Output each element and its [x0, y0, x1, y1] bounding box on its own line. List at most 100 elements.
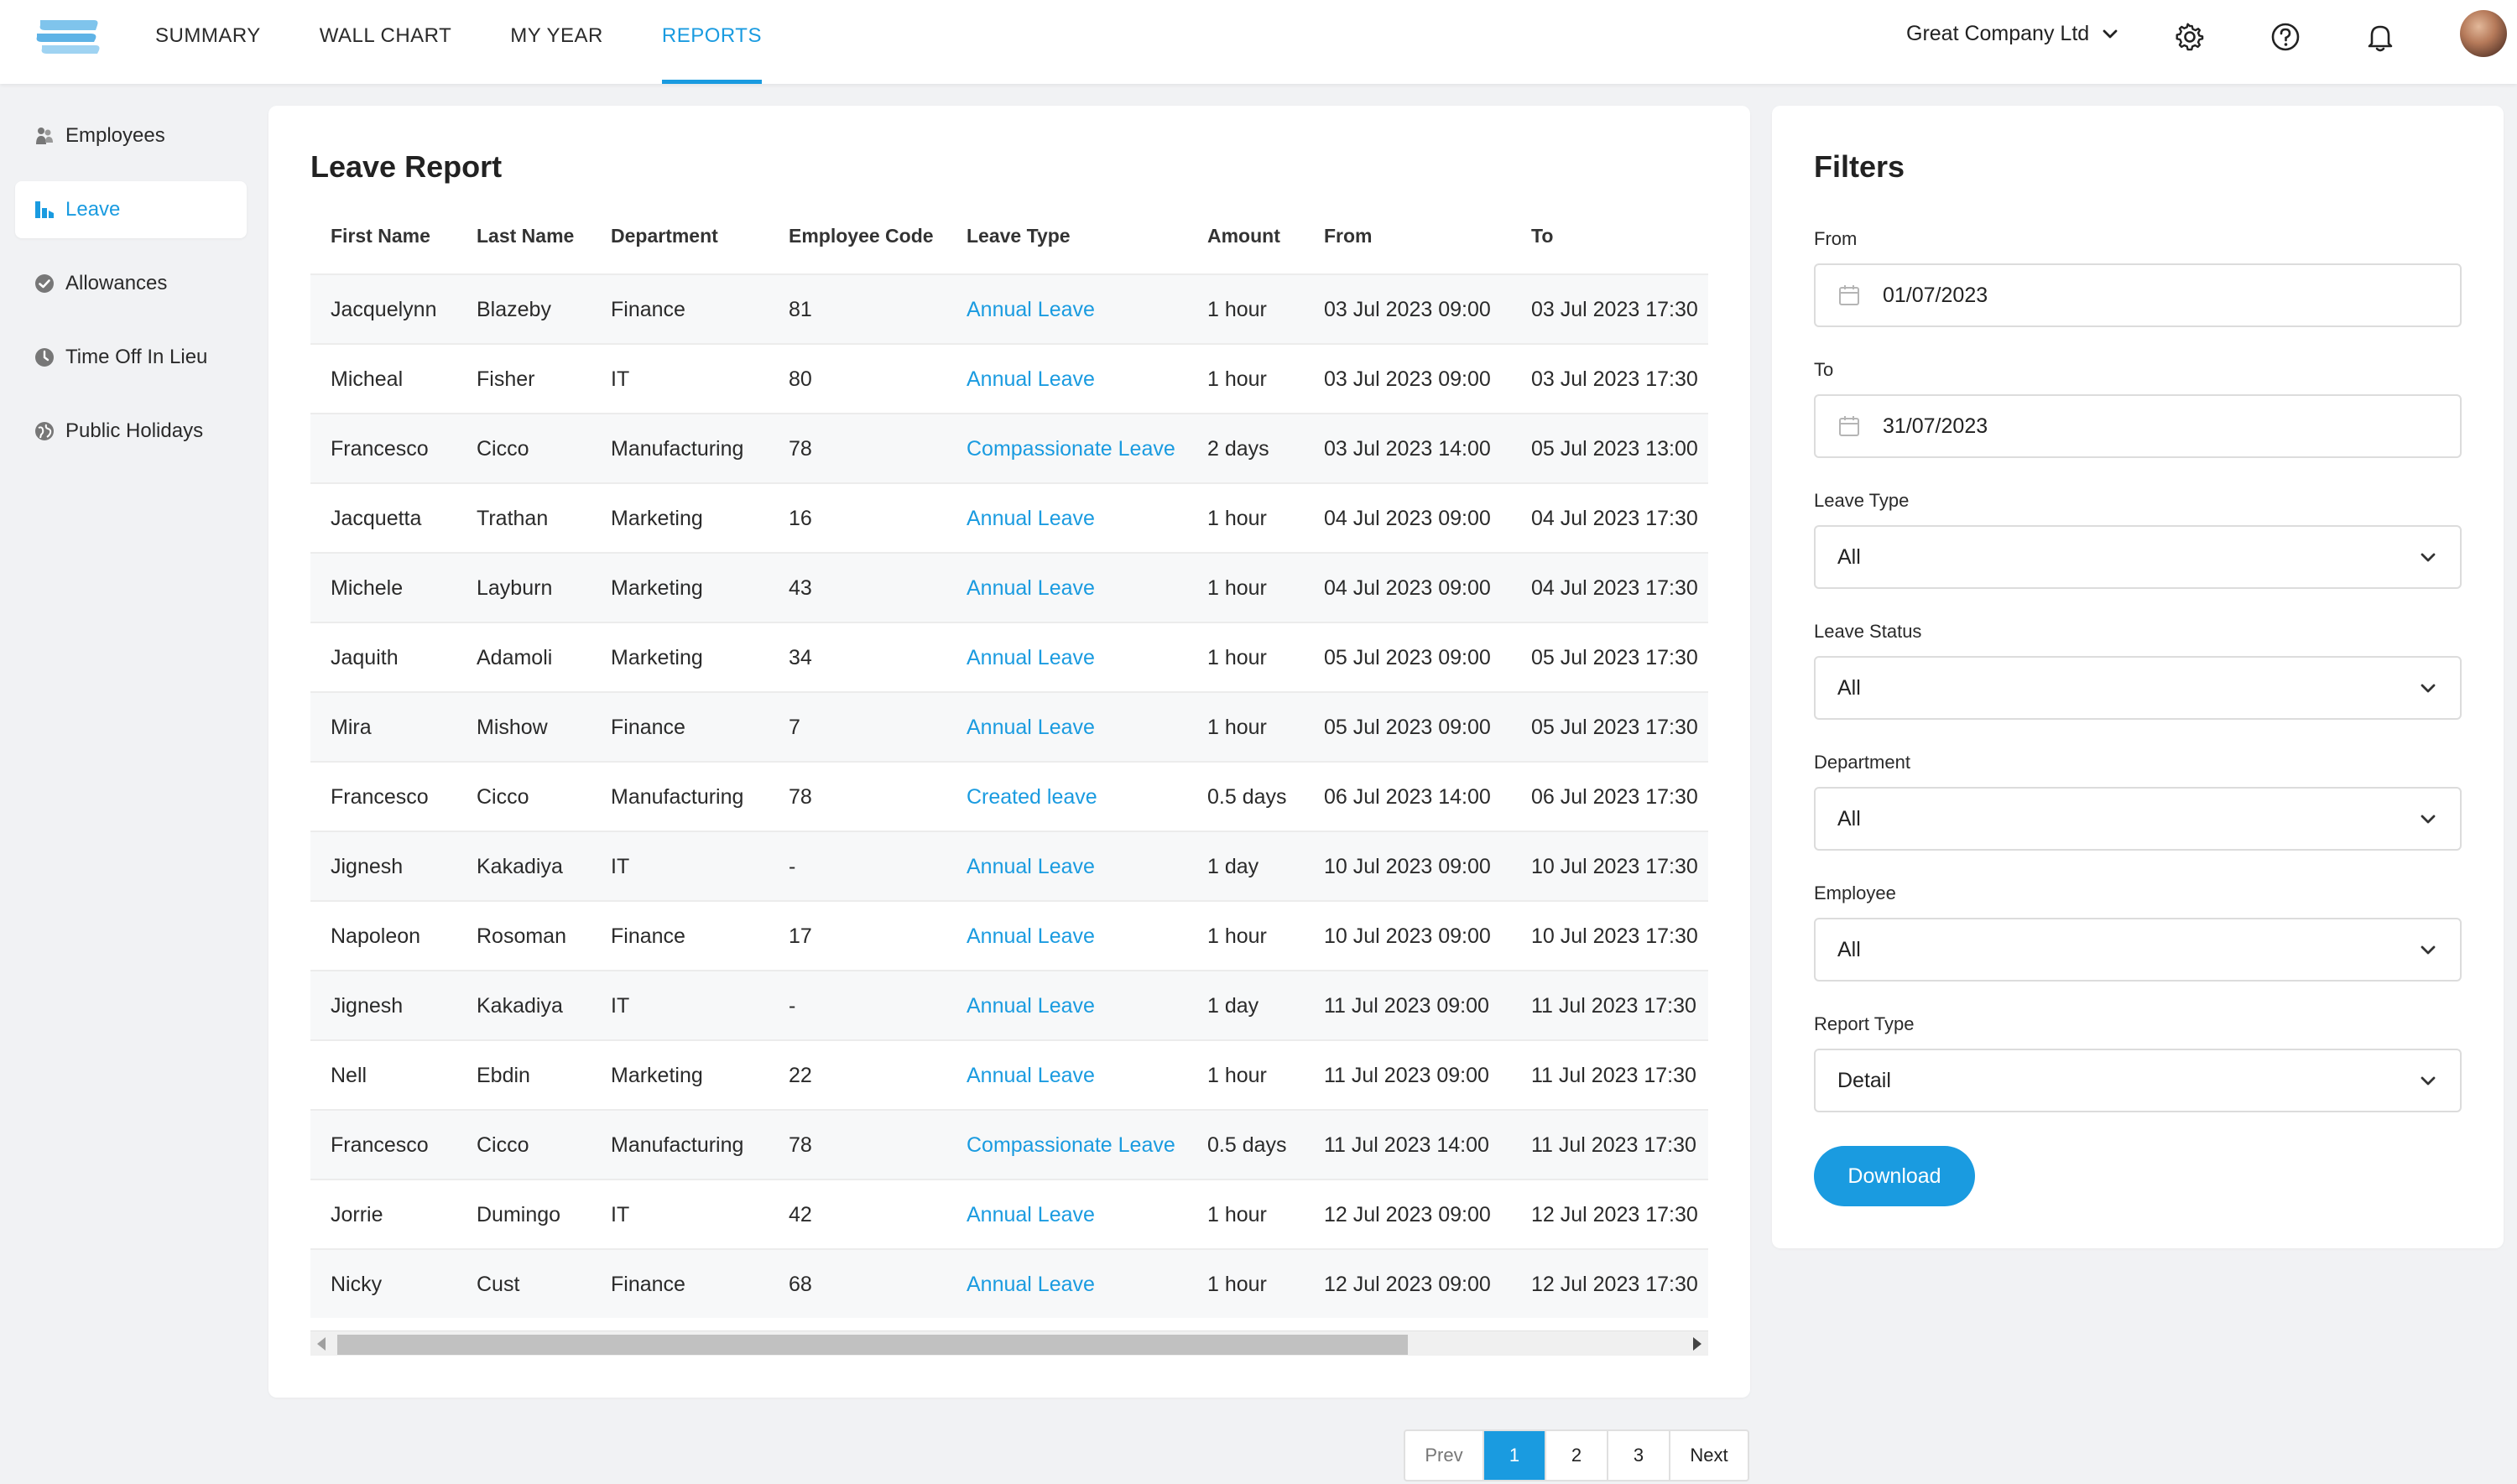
- leave-status-select[interactable]: All: [1814, 656, 2462, 720]
- column-header[interactable]: From: [1324, 225, 1373, 247]
- cell-department: Marketing: [611, 1064, 703, 1087]
- page-button-2[interactable]: 2: [1546, 1431, 1608, 1480]
- cell-employee-code: 80: [789, 367, 812, 391]
- table-row[interactable]: Jaquith Adamoli Marketing 34 Annual Leave 1 h…: [310, 622, 1708, 691]
- bell-icon[interactable]: [2362, 18, 2399, 55]
- department-select[interactable]: All: [1814, 787, 2462, 851]
- sidebar-item-leave[interactable]: Leave: [15, 181, 247, 238]
- app-logo[interactable]: [34, 17, 101, 57]
- table-row[interactable]: Micheal Fisher IT 80 Annual Leave 1 hour 03 Ju…: [310, 343, 1708, 413]
- table-row[interactable]: Mira Mishow Finance 7 Annual Leave 1 hour 05 J…: [310, 691, 1708, 761]
- cell-last-name: Kakadiya: [477, 994, 563, 1018]
- cell-leave-type[interactable]: Annual Leave: [967, 576, 1095, 601]
- cell-first-name: Francesco: [331, 785, 429, 809]
- sidebar-item-employees[interactable]: Employees: [15, 107, 247, 164]
- table-row[interactable]: Nicky Cust Finance 68 Annual Leave 1 hour 12 J…: [310, 1248, 1708, 1318]
- from-date-field[interactable]: 01/07/2023: [1814, 263, 2462, 327]
- user-avatar[interactable]: [2460, 10, 2507, 57]
- sidebar-item-time-off-in-lieu[interactable]: Time Off In Lieu: [15, 329, 247, 386]
- cell-leave-type[interactable]: Compassionate Leave: [967, 437, 1175, 461]
- column-header[interactable]: To: [1531, 225, 1553, 247]
- department-label: Department: [1814, 752, 1910, 773]
- cell-last-name: Layburn: [477, 576, 553, 600]
- cell-leave-type[interactable]: Annual Leave: [967, 367, 1095, 392]
- cell-leave-type[interactable]: Annual Leave: [967, 716, 1095, 740]
- nav-summary[interactable]: SUMMARY: [126, 0, 290, 84]
- to-date-field[interactable]: 31/07/2023: [1814, 394, 2462, 458]
- table-row[interactable]: Napoleon Rosoman Finance 17 Annual Leave 1 ho…: [310, 900, 1708, 970]
- next-page-button[interactable]: Next: [1670, 1431, 1748, 1480]
- cell-last-name: Cicco: [477, 1133, 529, 1157]
- cell-leave-type[interactable]: Annual Leave: [967, 1064, 1095, 1088]
- cell-first-name: Jaquith: [331, 646, 399, 669]
- cell-employee-code: -: [789, 994, 796, 1018]
- cell-amount: 2 days: [1207, 437, 1269, 461]
- table-row[interactable]: Michele Layburn Marketing 43 Annual Leave 1 h…: [310, 552, 1708, 622]
- prev-page-button[interactable]: Prev: [1405, 1431, 1484, 1480]
- cell-leave-type[interactable]: Compassionate Leave: [967, 1133, 1175, 1158]
- cell-last-name: Trathan: [477, 507, 549, 530]
- table-row[interactable]: Francesco Cicco Manufacturing 78 Compassiona…: [310, 413, 1708, 482]
- cell-leave-type[interactable]: Annual Leave: [967, 507, 1095, 531]
- table-row[interactable]: Nell Ebdin Marketing 22 Annual Leave 1 hour 11…: [310, 1039, 1708, 1109]
- table-row[interactable]: Jacquetta Trathan Marketing 16 Annual Leave 1…: [310, 482, 1708, 552]
- cell-leave-type[interactable]: Annual Leave: [967, 1273, 1095, 1297]
- cell-last-name: Mishow: [477, 716, 548, 739]
- column-header[interactable]: Employee Code: [789, 225, 934, 247]
- cell-employee-code: 34: [789, 646, 812, 669]
- table-row[interactable]: Jorrie Dumingo IT 42 Annual Leave 1 hour 12 Ju…: [310, 1179, 1708, 1248]
- report-type-select[interactable]: Detail: [1814, 1049, 2462, 1112]
- sidebar-item-label: Public Holidays: [65, 419, 204, 442]
- cell-to: 10 Jul 2023 17:30: [1531, 855, 1698, 878]
- scroll-left-icon[interactable]: [317, 1337, 326, 1351]
- download-button[interactable]: Download: [1814, 1146, 1975, 1206]
- cell-leave-type[interactable]: Annual Leave: [967, 1203, 1095, 1227]
- table-row[interactable]: Francesco Cicco Manufacturing 78 Compassiona…: [310, 1109, 1708, 1179]
- sidebar-item-public-holidays[interactable]: Public Holidays: [15, 403, 247, 460]
- chevron-down-icon: [2421, 945, 2436, 955]
- scroll-right-icon[interactable]: [1693, 1337, 1701, 1351]
- column-header[interactable]: Amount: [1207, 225, 1280, 247]
- cell-leave-type[interactable]: Annual Leave: [967, 994, 1095, 1018]
- cell-leave-type[interactable]: Created leave: [967, 785, 1097, 810]
- cell-amount: 1 hour: [1207, 924, 1267, 948]
- page-button-3[interactable]: 3: [1608, 1431, 1670, 1480]
- cell-leave-type[interactable]: Annual Leave: [967, 924, 1095, 949]
- scrollbar-thumb[interactable]: [337, 1335, 1408, 1355]
- column-header[interactable]: First Name: [331, 225, 430, 247]
- company-selector[interactable]: Great Company Ltd: [1906, 22, 2119, 46]
- cell-amount: 1 day: [1207, 994, 1259, 1018]
- table-row[interactable]: Jacquelynn Blazeby Finance 81 Annual Leave 1 …: [310, 273, 1708, 343]
- employee-select[interactable]: All: [1814, 918, 2462, 982]
- cell-from: 04 Jul 2023 09:00: [1324, 576, 1491, 600]
- cell-leave-type[interactable]: Annual Leave: [967, 855, 1095, 879]
- horizontal-scrollbar[interactable]: [310, 1330, 1708, 1356]
- table-row[interactable]: Francesco Cicco Manufacturing 78 Created lea…: [310, 761, 1708, 831]
- column-header[interactable]: Leave Type: [967, 225, 1071, 247]
- help-icon[interactable]: [2267, 18, 2304, 55]
- cell-to: 05 Jul 2023 17:30: [1531, 646, 1698, 669]
- cell-employee-code: 42: [789, 1203, 812, 1226]
- cell-leave-type[interactable]: Annual Leave: [967, 646, 1095, 670]
- nav-reports[interactable]: REPORTS: [633, 0, 791, 84]
- cell-first-name: Mira: [331, 716, 372, 739]
- sidebar-item-allowances[interactable]: Allowances: [15, 255, 247, 312]
- cell-department: IT: [611, 855, 630, 878]
- column-header[interactable]: Department: [611, 225, 718, 247]
- table-row[interactable]: Jignesh Kakadiya IT - Annual Leave 1 day 11 Ju…: [310, 970, 1708, 1039]
- cell-amount: 1 day: [1207, 855, 1259, 878]
- report-type-value: Detail: [1837, 1068, 1891, 1092]
- cell-amount: 1 hour: [1207, 1273, 1267, 1296]
- cell-from: 03 Jul 2023 09:00: [1324, 367, 1491, 391]
- nav-wall-chart[interactable]: WALL CHART: [290, 0, 481, 84]
- people-icon: [34, 125, 55, 147]
- leave-type-select[interactable]: All: [1814, 525, 2462, 589]
- page-button-1[interactable]: 1: [1484, 1431, 1546, 1480]
- nav-my-year[interactable]: MY YEAR: [481, 0, 633, 84]
- globe-icon: [34, 420, 55, 442]
- column-header[interactable]: Last Name: [477, 225, 574, 247]
- gear-icon[interactable]: [2171, 18, 2208, 55]
- cell-leave-type[interactable]: Annual Leave: [967, 298, 1095, 322]
- table-row[interactable]: Jignesh Kakadiya IT - Annual Leave 1 day 10 Ju…: [310, 831, 1708, 900]
- cell-department: Finance: [611, 716, 685, 739]
